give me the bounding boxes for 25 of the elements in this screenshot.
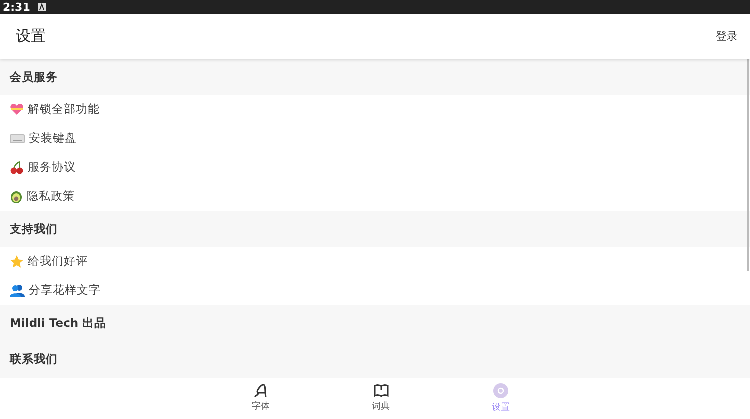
- settings-item[interactable]: 服务协议: [0, 153, 750, 182]
- keyboard-icon: [10, 134, 25, 144]
- settings-item[interactable]: 安装键盘: [0, 124, 750, 153]
- book-icon: [374, 384, 388, 398]
- section-header: Mildli Tech 出品: [10, 316, 107, 330]
- login-link[interactable]: 登录: [716, 29, 738, 44]
- section-header: 会员服务: [10, 70, 58, 84]
- page-title: 设置: [16, 27, 46, 46]
- star-icon: [10, 254, 24, 268]
- avocado-icon: [10, 190, 23, 204]
- section-header: 支持我们: [10, 222, 58, 236]
- cherry-icon: [10, 160, 24, 174]
- settings-item[interactable]: 隐私政策: [0, 182, 750, 211]
- heart-icon: [10, 103, 24, 116]
- notification-icon: [38, 3, 46, 11]
- settings-item[interactable]: 解锁全部功能: [0, 95, 750, 124]
- people-icon: [10, 284, 25, 297]
- nav-tab[interactable]: 词典: [356, 378, 406, 419]
- section-header: 联系我们: [10, 352, 58, 366]
- settings-item[interactable]: 给我们好评: [0, 247, 750, 276]
- scrollbar[interactable]: [747, 59, 749, 271]
- status-time: 2:31: [3, 0, 30, 14]
- nav-tab[interactable]: 字体: [236, 378, 286, 419]
- settings-item[interactable]: 分享花样文字: [0, 276, 750, 305]
- letter-a-icon: [254, 384, 268, 398]
